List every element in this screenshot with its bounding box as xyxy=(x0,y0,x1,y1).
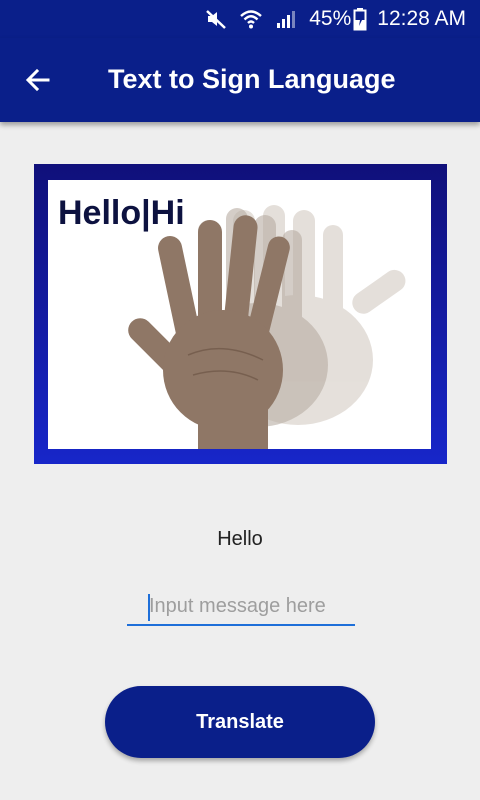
arrow-left-icon xyxy=(25,68,50,92)
image-caption: Hello|Hi xyxy=(58,194,185,232)
battery-percent: 45% xyxy=(309,7,352,30)
signal-icon xyxy=(275,8,297,30)
wifi-icon xyxy=(239,8,263,30)
clock: 12:28 AM xyxy=(377,7,466,30)
mute-icon xyxy=(205,8,227,30)
text-cursor xyxy=(148,594,150,621)
back-button[interactable] xyxy=(16,58,60,102)
page-title: Text to Sign Language xyxy=(108,64,396,94)
sign-language-image: Hello|Hi xyxy=(34,164,447,464)
translation-result: Hello xyxy=(217,528,263,550)
message-input-container xyxy=(127,590,355,628)
app-bar: Text to Sign Language xyxy=(0,38,480,122)
message-input[interactable] xyxy=(127,590,355,626)
sign-image-content: Hello|Hi xyxy=(48,180,431,449)
status-bar: 45% 12:28 AM xyxy=(0,0,480,38)
battery-charging-icon xyxy=(353,7,367,31)
translate-button[interactable]: Translate xyxy=(105,686,375,758)
